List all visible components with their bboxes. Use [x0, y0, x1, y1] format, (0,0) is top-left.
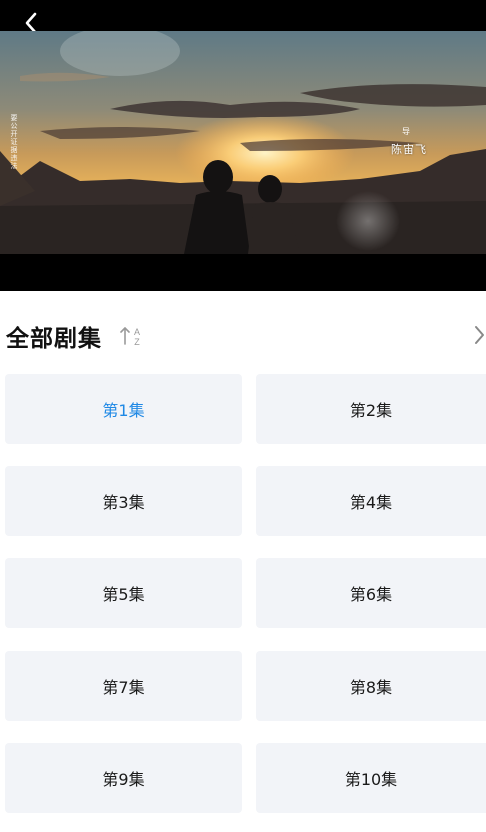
- episodes-header: 全部剧集 A Z: [0, 305, 486, 363]
- episode-button-4[interactable]: 第4集: [256, 466, 486, 536]
- episode-label: 第6集: [349, 585, 393, 604]
- svg-text:Z: Z: [134, 337, 140, 347]
- episode-label: 第7集: [102, 678, 145, 697]
- episode-label: 第9集: [102, 770, 145, 789]
- video-subtitle: 陈宙飞: [391, 143, 427, 156]
- more-episodes-button[interactable]: [470, 322, 486, 348]
- episode-label: 第10集: [344, 770, 398, 789]
- episode-button-10[interactable]: 第10集: [256, 743, 486, 813]
- episode-button-3[interactable]: 第3集: [5, 466, 242, 536]
- sort-az-icon: A Z: [120, 327, 140, 347]
- video-player[interactable]: 导 陈宙飞 要公开证据违法: [0, 0, 486, 291]
- subtitle-mark: 导: [402, 127, 410, 136]
- episode-label: 第2集: [349, 401, 393, 420]
- sort-button[interactable]: A Z: [119, 324, 145, 348]
- episode-button-5[interactable]: 第5集: [5, 558, 242, 628]
- vertical-caption: 要公开证据违法: [10, 114, 18, 170]
- episode-label: 第5集: [102, 585, 145, 604]
- episode-label: 第3集: [102, 493, 145, 512]
- svg-text:A: A: [134, 327, 140, 337]
- section-title: 全部剧集: [6, 326, 102, 352]
- episode-button-7[interactable]: 第7集: [5, 651, 242, 721]
- chevron-right-icon: [475, 326, 484, 344]
- episode-button-2[interactable]: 第2集: [256, 374, 486, 444]
- episode-label: 第1集: [102, 401, 145, 420]
- episode-button-8[interactable]: 第8集: [256, 651, 486, 721]
- episode-button-6[interactable]: 第6集: [256, 558, 486, 628]
- episode-label: 第4集: [349, 493, 393, 512]
- episode-label: 第8集: [349, 678, 393, 697]
- episode-button-9[interactable]: 第9集: [5, 743, 242, 813]
- episode-button-1[interactable]: 第1集: [5, 374, 242, 444]
